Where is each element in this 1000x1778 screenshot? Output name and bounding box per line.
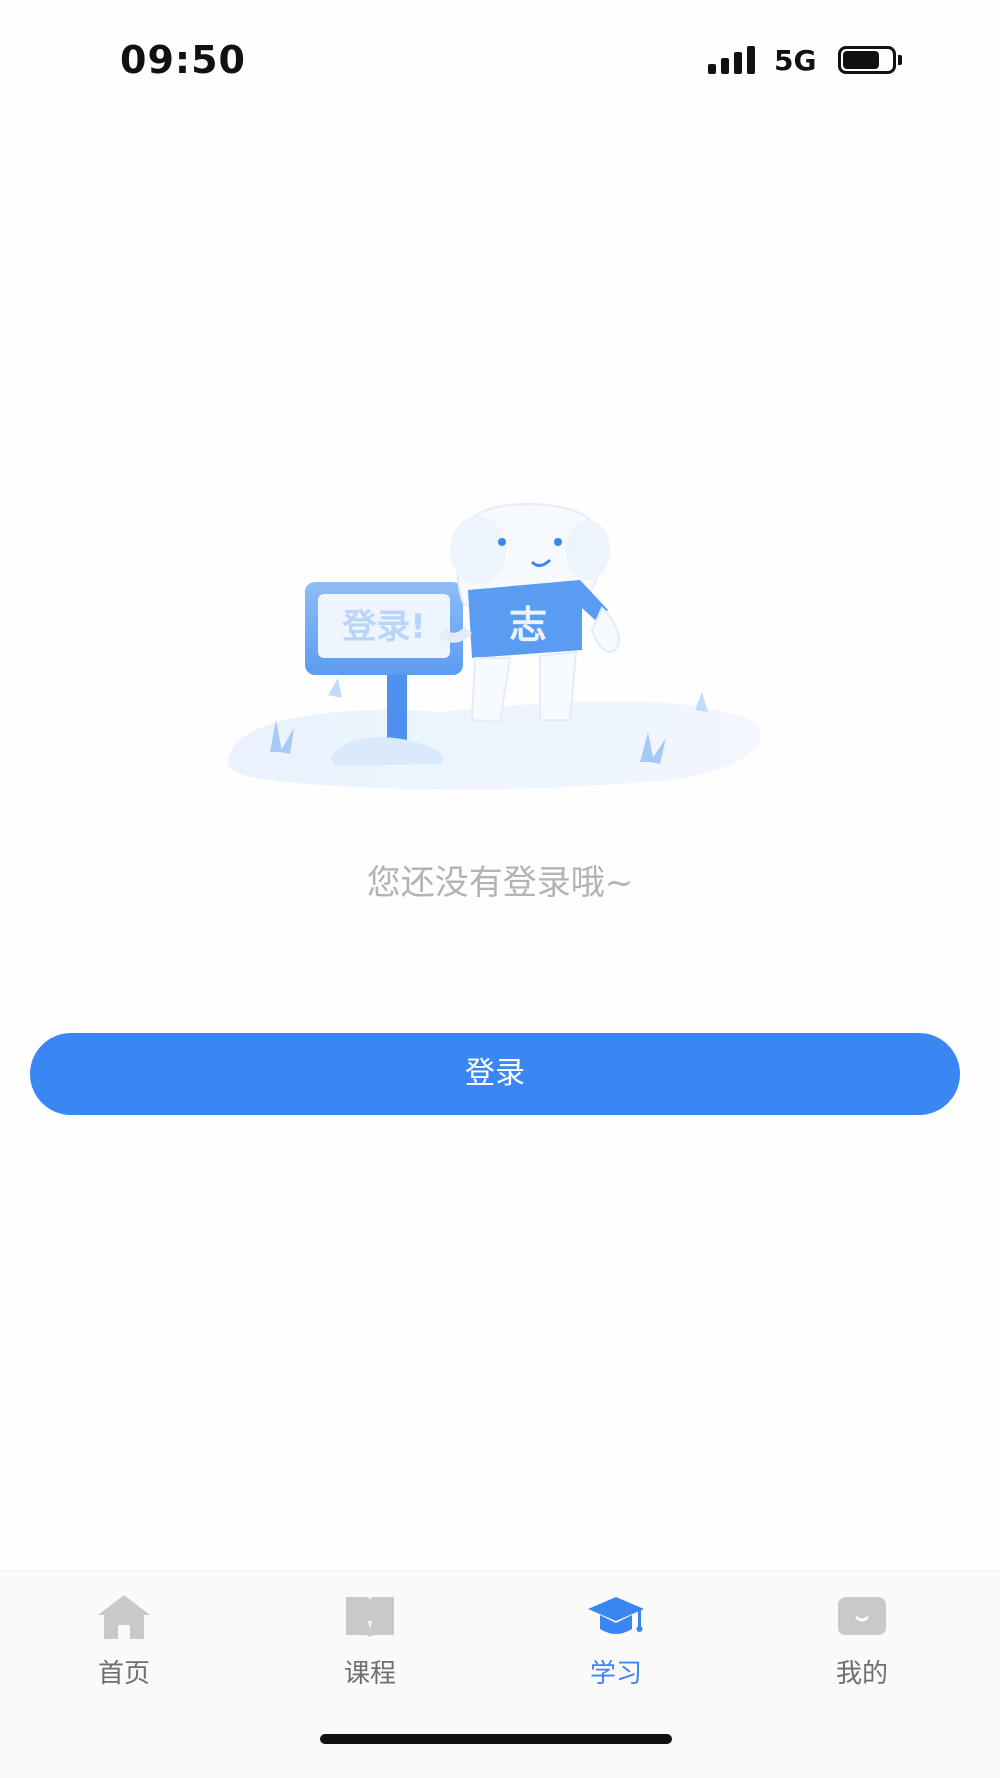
shirt-text: 志 xyxy=(509,603,547,647)
graduation-cap-icon xyxy=(588,1597,644,1634)
tab-home[interactable]: 首页 xyxy=(64,1591,184,1701)
home-indicator[interactable] xyxy=(320,1734,672,1744)
tab-courses[interactable]: 课程 xyxy=(310,1591,430,1701)
mascot-login-illustration: 登录! 志 xyxy=(210,480,780,800)
screen: 09:50 5G 登录! 志 您还没有登录哦~ 登录 首页 课程 学习 我的 xyxy=(0,0,1000,1778)
book-icon xyxy=(346,1597,394,1637)
sign-text: 登录! xyxy=(341,607,426,647)
battery-icon xyxy=(838,46,902,74)
tab-profile[interactable]: 我的 xyxy=(802,1591,922,1701)
signal-bars-icon xyxy=(708,46,756,74)
login-button[interactable]: 登录 xyxy=(30,1033,960,1115)
status-bar: 09:50 5G xyxy=(0,0,1000,120)
tab-label-profile: 我的 xyxy=(835,1659,888,1689)
tab-label-courses: 课程 xyxy=(343,1659,396,1689)
tab-study[interactable]: 学习 xyxy=(556,1591,676,1701)
tab-bar: 首页 课程 学习 我的 xyxy=(0,1570,1000,1778)
status-time: 09:50 xyxy=(120,38,246,82)
home-icon xyxy=(98,1595,150,1639)
not-logged-in-message: 您还没有登录哦~ xyxy=(366,863,634,903)
profile-icon xyxy=(838,1597,886,1635)
tab-label-home: 首页 xyxy=(97,1659,150,1689)
network-label: 5G xyxy=(774,44,817,77)
tab-label-study: 学习 xyxy=(589,1659,642,1689)
